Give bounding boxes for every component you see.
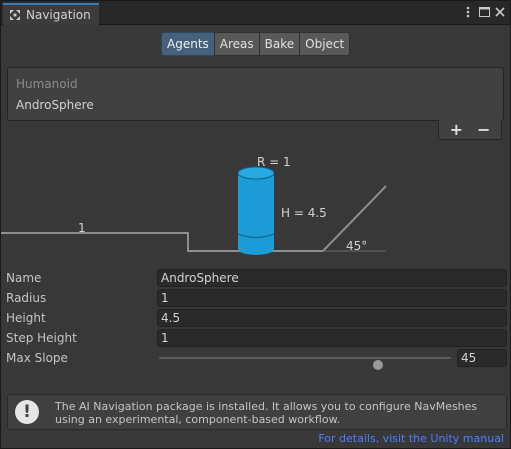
radius-label: Radius <box>6 291 47 305</box>
agent-list-item-androsphere[interactable]: AndroSphere <box>16 98 94 112</box>
step-height-label: Step Height <box>6 331 77 345</box>
height-label: H = 4.5 <box>281 206 327 220</box>
tab-bake[interactable]: Bake <box>258 32 301 56</box>
step-height-row: Step Height 1 <box>1 329 510 349</box>
navigation-tab[interactable]: Navigation <box>3 3 99 25</box>
radius-row: Radius 1 <box>1 289 510 309</box>
unity-manual-link[interactable]: For details, visit the Unity manual <box>318 432 504 445</box>
more-options-icon[interactable] <box>462 5 474 19</box>
radius-field[interactable]: 1 <box>157 289 507 307</box>
agent-cylinder-body <box>238 173 274 250</box>
navigation-window: Navigation Agents Areas Bake Object Huma… <box>0 0 511 449</box>
step-height-field[interactable]: 1 <box>157 329 507 347</box>
tab-title: Navigation <box>26 8 91 22</box>
help-box: ! The AI Navigation package is installed… <box>7 394 507 430</box>
warning-icon: ! <box>15 400 39 424</box>
window-tab-strip: Navigation <box>1 1 510 25</box>
height-label: Height <box>6 311 46 325</box>
name-field[interactable]: AndroSphere <box>157 269 507 287</box>
step-height-label: 1 <box>78 221 86 235</box>
max-slope-slider[interactable] <box>159 357 451 370</box>
remove-agent-button[interactable]: − <box>477 121 490 138</box>
tab-object[interactable]: Object <box>299 32 351 56</box>
close-icon[interactable] <box>494 5 506 19</box>
tab-areas[interactable]: Areas <box>213 32 260 56</box>
height-field[interactable]: 4.5 <box>157 309 507 327</box>
maximize-icon[interactable] <box>478 5 490 19</box>
ground-outline <box>1 185 387 252</box>
add-agent-button[interactable]: + <box>450 121 463 138</box>
navigation-icon <box>9 9 21 21</box>
agent-diagram: 1 R = 1 H = 4.5 45° <box>1 155 387 255</box>
max-slope-field[interactable]: 45 <box>457 349 507 367</box>
help-message: The AI Navigation package is installed. … <box>55 400 478 426</box>
tab-agents[interactable]: Agents <box>161 32 215 56</box>
navigation-toolbar: Agents Areas Bake Object <box>161 32 351 56</box>
max-slope-row: Max Slope 45 <box>1 349 510 370</box>
max-slope-label: Max Slope <box>6 351 68 365</box>
agent-list-controls: + − <box>438 120 502 140</box>
name-label: Name <box>6 271 42 285</box>
max-slope-slider-thumb[interactable] <box>373 360 383 370</box>
height-row: Height 4.5 <box>1 309 510 329</box>
agent-list: Humanoid AndroSphere <box>7 67 504 121</box>
agent-list-item-humanoid[interactable]: Humanoid <box>16 77 78 91</box>
name-row: Name AndroSphere <box>1 269 510 289</box>
agent-cylinder-bottom <box>238 243 274 255</box>
radius-label: R = 1 <box>257 155 291 169</box>
slope-angle-label: 45° <box>346 239 367 253</box>
